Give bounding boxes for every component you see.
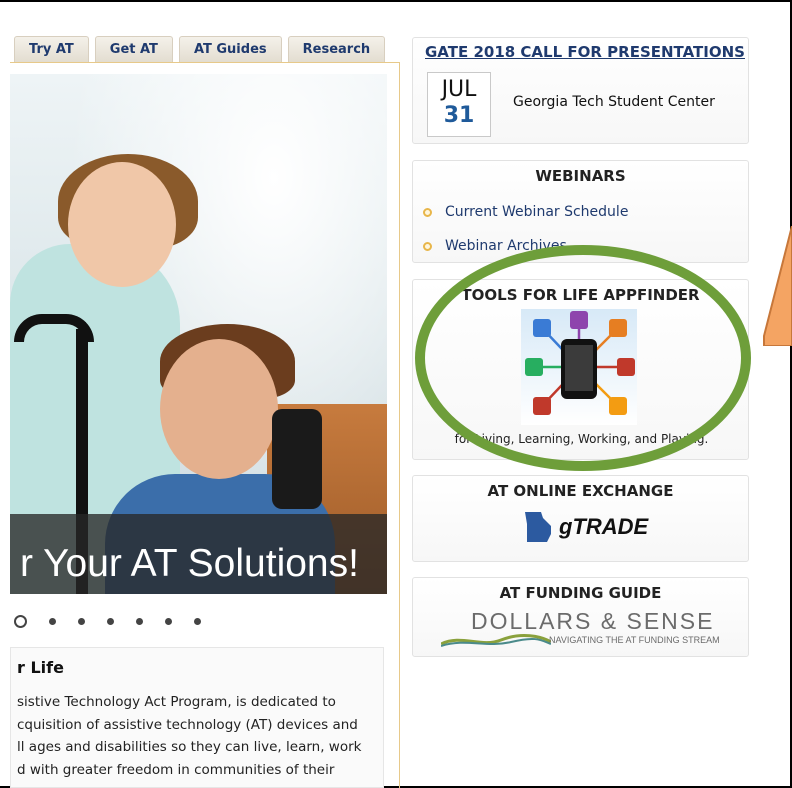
gate-event-box: GATE 2018 CALL FOR PRESENTATIONS JUL 31 … — [412, 37, 749, 144]
gtrade-logo-text: gTRADE — [559, 514, 649, 539]
event-day: 31 — [443, 103, 475, 128]
exchange-box: AT ONLINE EXCHANGE gTRADE — [412, 475, 749, 562]
funding-title: AT FUNDING GUIDE — [499, 584, 662, 602]
webinar-link-label: Current Webinar Schedule — [445, 204, 629, 220]
georgia-map-icon — [525, 512, 551, 542]
carousel-dots — [14, 615, 201, 628]
carousel-dot-2[interactable] — [49, 618, 56, 625]
bullet-icon — [423, 207, 432, 217]
webinars-title: WEBINARS — [535, 167, 626, 185]
carousel-dot-4[interactable] — [107, 618, 114, 625]
webinar-link-schedule[interactable]: Current Webinar Schedule — [423, 195, 748, 229]
main-nav-tabs: Try AT Get AT AT Guides Research — [14, 36, 386, 62]
intro-panel: r Life sistive Technology Act Program, i… — [10, 647, 384, 788]
exchange-title: AT ONLINE EXCHANGE — [487, 482, 674, 500]
gtrade-logo[interactable]: gTRADE — [521, 510, 648, 544]
tab-try-at[interactable]: Try AT — [14, 36, 89, 62]
dollars-sense-logo[interactable]: DOLLARS & SENSE — [471, 608, 714, 635]
intro-line-2: cquisition of assistive technology (AT) … — [17, 716, 358, 733]
carousel-dot-7[interactable] — [194, 618, 201, 625]
carousel-dot-1[interactable] — [14, 615, 27, 628]
gate-title-link[interactable]: GATE 2018 CALL FOR PRESENTATIONS — [413, 38, 748, 61]
hero-man-face — [160, 339, 278, 479]
tab-at-guides[interactable]: AT Guides — [178, 36, 282, 62]
carousel-dot-5[interactable] — [136, 618, 143, 625]
pointing-arrow-icon — [763, 226, 792, 346]
tab-research[interactable]: Research — [287, 36, 386, 62]
event-month: JUL — [441, 77, 477, 102]
hero-wheelchair-headrest — [272, 409, 322, 509]
event-date-badge: JUL 31 — [427, 72, 491, 137]
hero-woman-face — [68, 162, 176, 287]
wave-swoosh-icon — [441, 634, 551, 647]
dollars-sense-subtitle: NAVIGATING THE AT FUNDING STREAM — [549, 635, 720, 645]
highlight-ellipse — [415, 245, 751, 471]
intro-heading: r Life — [17, 658, 64, 677]
intro-line-4: d with greater freedom in communities of… — [17, 761, 335, 778]
intro-line-1: sistive Technology Act Program, is dedic… — [17, 694, 336, 710]
intro-line-3: ll ages and disabilities so they can liv… — [17, 739, 362, 755]
bullet-icon — [423, 241, 432, 251]
event-location: Georgia Tech Student Center — [513, 94, 715, 110]
carousel-dot-3[interactable] — [78, 618, 85, 625]
carousel-dot-6[interactable] — [165, 618, 172, 625]
hero-tagline: r Your AT Solutions! — [20, 542, 359, 585]
hero-slideshow[interactable]: r Your AT Solutions! — [10, 74, 387, 594]
tab-get-at[interactable]: Get AT — [94, 36, 173, 62]
funding-box: AT FUNDING GUIDE DOLLARS & SENSE NAVIGAT… — [412, 577, 749, 657]
